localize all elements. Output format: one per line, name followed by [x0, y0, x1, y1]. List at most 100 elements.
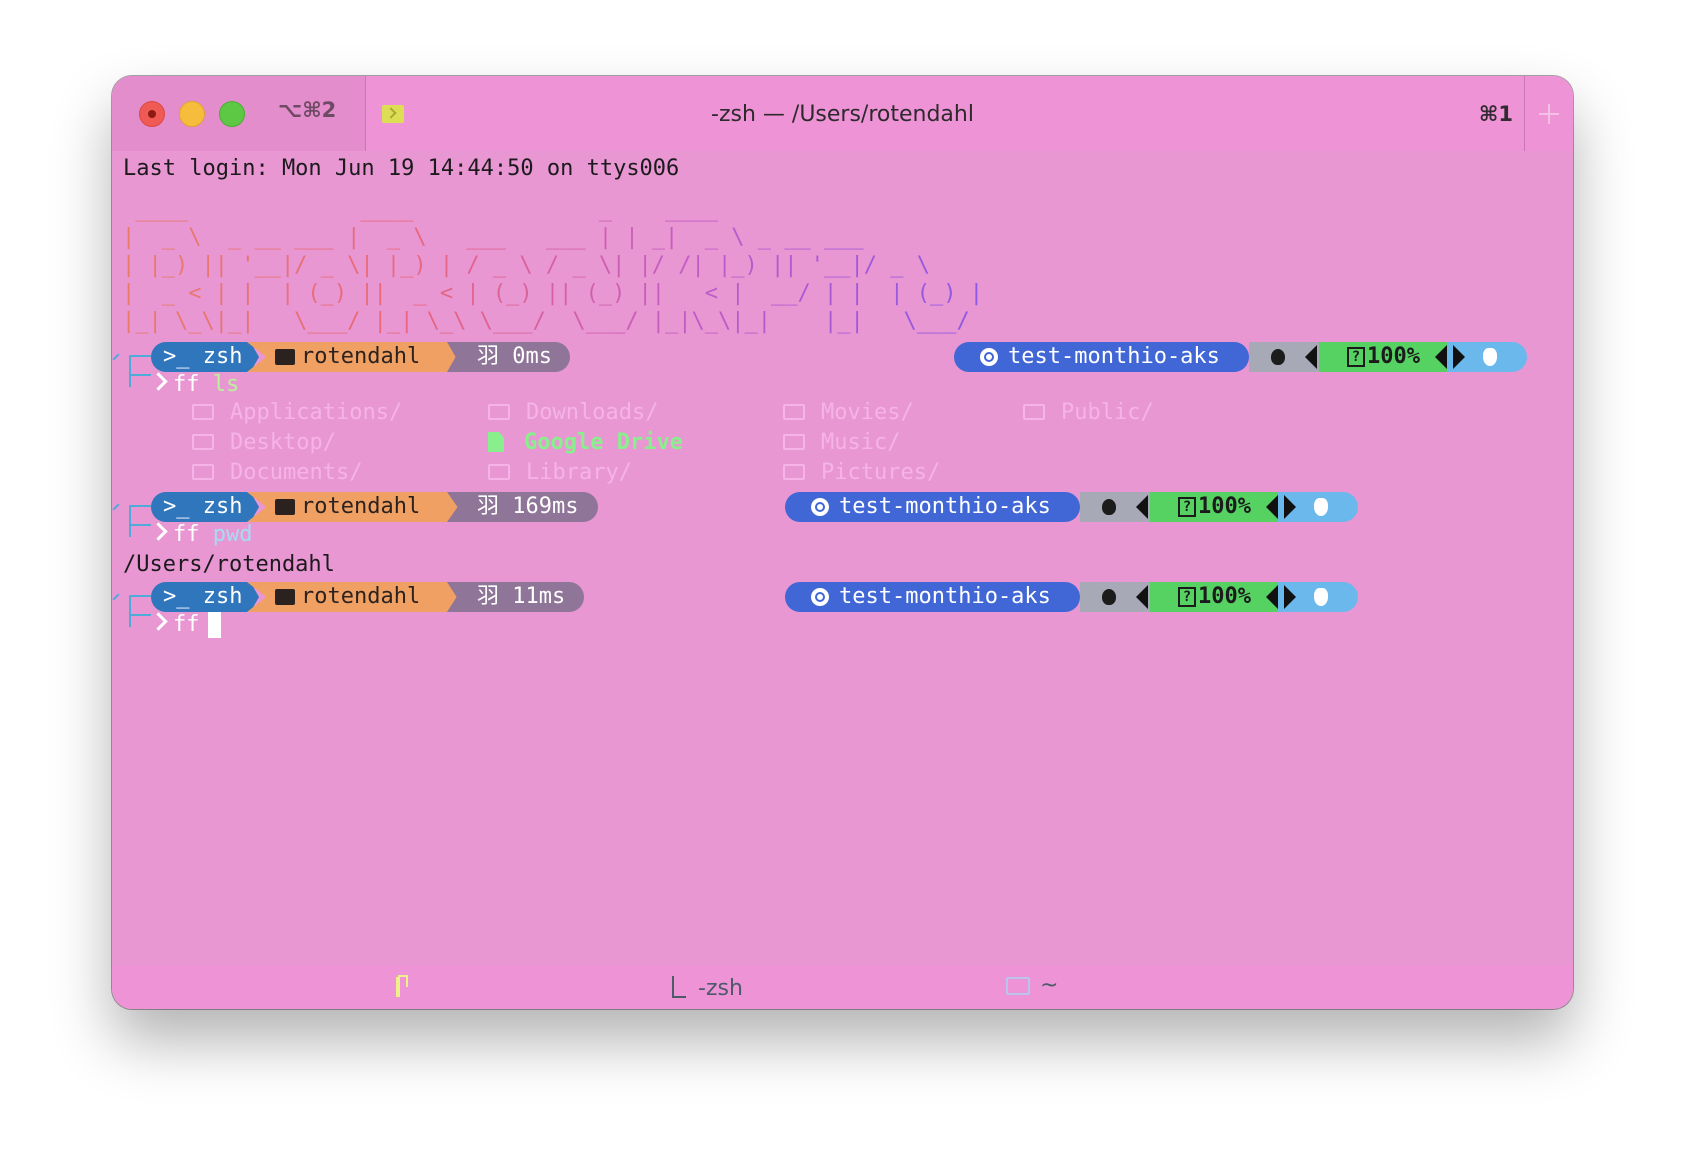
folder-icon — [275, 349, 295, 365]
status-segment — [1278, 492, 1358, 522]
battery-unknown-icon: ? — [1178, 587, 1196, 607]
folder-icon — [275, 589, 295, 605]
battery-label: 100% — [1367, 344, 1420, 369]
status-process: -zsh — [672, 973, 743, 1001]
separator-icon — [1136, 495, 1148, 519]
last-login-line: Last login: Mon Jun 19 14:44:50 on ttys0… — [123, 156, 680, 181]
k8s-context-label: test-monthio-aks — [839, 494, 1051, 519]
apple-icon — [1271, 349, 1285, 365]
process-tree-icon — [672, 976, 686, 998]
ls-item: Public/ — [1023, 399, 1154, 427]
battery-segment: ? 100% — [1319, 342, 1447, 372]
window-title: -zsh — /Users/rotendahl — [711, 102, 974, 127]
text-cursor[interactable] — [207, 612, 221, 638]
kubernetes-icon — [980, 348, 998, 366]
window-shortcut: ⌘1 — [1478, 102, 1513, 126]
k8s-context-segment: test-monthio-aks — [785, 582, 1080, 612]
battery-segment: ? 100% — [1150, 582, 1278, 612]
directory-label: rotendahl — [301, 494, 421, 519]
prompt-tick — [112, 593, 120, 601]
folder-icon — [488, 404, 510, 420]
folder-icon — [192, 434, 214, 450]
prompt-prefix: ff — [173, 522, 200, 547]
battery-unknown-icon: ? — [1178, 497, 1196, 517]
directory-label: rotendahl — [301, 584, 421, 609]
folder-icon — [783, 464, 805, 480]
hand-icon — [1314, 498, 1328, 516]
separator-icon — [1266, 585, 1278, 609]
folder-icon — [192, 404, 214, 420]
git-branch-icon — [396, 975, 408, 997]
ls-item: Library/ — [488, 459, 632, 487]
prompt-prefix: ff — [173, 372, 200, 397]
prompt-prefix: ff — [173, 612, 200, 637]
k8s-context-segment: test-monthio-aks — [785, 492, 1080, 522]
separator-icon — [1435, 345, 1447, 369]
prompt-tick — [112, 503, 120, 511]
k8s-context-segment: test-monthio-aks — [954, 342, 1249, 372]
prompt-line: >_ zsh rotendahl 羽 169ms test-monthio-ak… — [112, 492, 1573, 537]
os-segment — [1249, 342, 1319, 372]
kubernetes-icon — [811, 588, 829, 606]
folder-icon — [783, 404, 805, 420]
exec-time-segment: 羽 11ms — [447, 582, 584, 612]
pwd-output: /Users/rotendahl — [123, 552, 335, 577]
status-directory[interactable]: ~ — [1006, 973, 1058, 998]
kubernetes-icon — [811, 498, 829, 516]
battery-segment: ? 100% — [1150, 492, 1278, 522]
prompt-bracket — [129, 360, 151, 376]
shell-segment: >_ zsh — [151, 342, 259, 372]
battery-unknown-icon: ? — [1347, 347, 1365, 367]
ls-item: Pictures/ — [783, 459, 940, 487]
prompt-line: >_ zsh rotendahl 羽 11ms test-monthio-aks… — [112, 582, 1573, 627]
ls-item: Movies/ — [783, 399, 914, 427]
shell-segment: >_ zsh — [151, 492, 259, 522]
separator-icon — [1266, 495, 1278, 519]
command-line[interactable]: ff — [149, 610, 221, 640]
battery-label: 100% — [1198, 584, 1251, 609]
folder-icon — [488, 464, 510, 480]
command-text: ls — [212, 372, 240, 397]
title-bar: ⌥⌘2 -zsh — /Users/rotendahl ⌘1 — [112, 76, 1573, 151]
separator-icon — [1136, 585, 1148, 609]
terminal-window: ⌥⌘2 -zsh — /Users/rotendahl ⌘1 Last logi… — [112, 76, 1573, 1009]
folder-icon — [1023, 404, 1045, 420]
command-line[interactable]: ff pwd — [149, 520, 253, 550]
ls-item: Desktop/ — [192, 429, 336, 457]
prompt-chevron-icon — [149, 522, 168, 541]
folder-icon — [275, 499, 295, 515]
prompt-chevron-icon — [149, 612, 168, 631]
command-line[interactable]: ff ls — [149, 370, 240, 400]
battery-label: 100% — [1198, 494, 1251, 519]
file-icon — [488, 432, 504, 452]
exec-time-segment: 羽 169ms — [447, 492, 598, 522]
directory-label: rotendahl — [301, 344, 421, 369]
k8s-context-label: test-monthio-aks — [839, 584, 1051, 609]
separator-icon — [1305, 345, 1317, 369]
folder-icon — [783, 434, 805, 450]
ls-item: Applications/ — [192, 399, 402, 427]
folder-icon — [1006, 977, 1030, 995]
status-segment — [1278, 582, 1358, 612]
apple-icon — [1102, 589, 1116, 605]
prompt-tick — [112, 353, 120, 361]
hand-icon — [1483, 348, 1497, 366]
hand-icon — [1314, 588, 1328, 606]
new-tab-button[interactable] — [1524, 76, 1573, 151]
separator-icon — [1453, 345, 1465, 369]
prompt-bracket — [129, 510, 151, 526]
os-segment — [1080, 582, 1150, 612]
ls-item-google-drive: Google Drive — [488, 429, 683, 457]
status-segment — [1447, 342, 1527, 372]
exec-time-segment: 羽 0ms — [447, 342, 570, 372]
command-text: pwd — [212, 522, 253, 547]
ls-item: Downloads/ — [488, 399, 658, 427]
k8s-context-label: test-monthio-aks — [1008, 344, 1220, 369]
shell-segment: >_ zsh — [151, 582, 259, 612]
ascii-banner: ____ ____ _ ____ | _ \ _ __ ___ | _ \ __… — [122, 197, 983, 334]
folder-icon — [192, 464, 214, 480]
status-bar: -zsh ~ — [112, 965, 1573, 1009]
apple-icon — [1102, 499, 1116, 515]
separator-icon — [1284, 495, 1296, 519]
ls-item: Documents/ — [192, 459, 362, 487]
